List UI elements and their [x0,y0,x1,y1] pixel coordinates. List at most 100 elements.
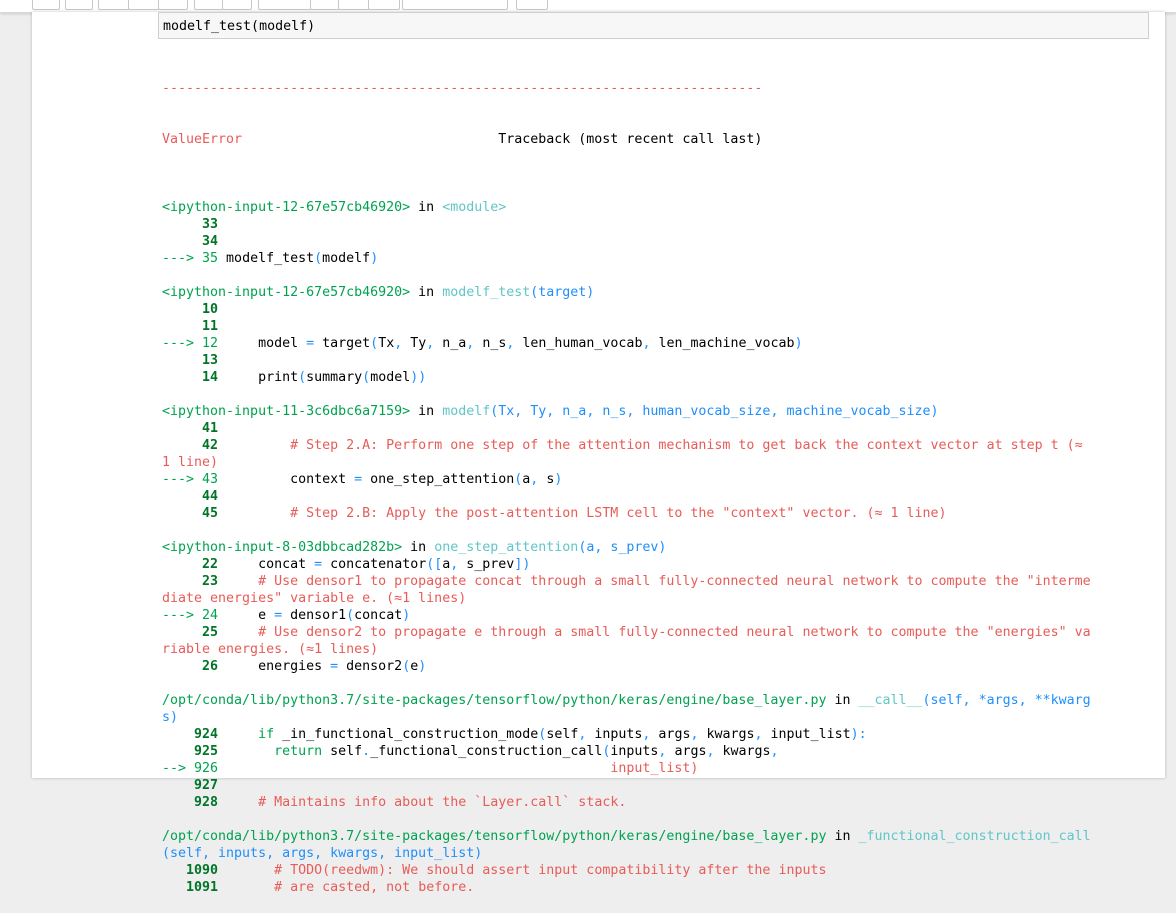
line-number: 12 [202,336,219,351]
source-line: 33 [162,216,1152,233]
toolbar-button[interactable] [32,0,60,10]
code-token: ) [370,251,379,266]
code-token: . [362,744,371,759]
line-marker [162,370,202,385]
frame-file: <ipython-input-8-03dbbcad282b> [162,540,403,555]
frame-in-keyword: in [410,285,443,300]
line-number: 22 [202,557,219,572]
code-token: return [218,744,323,759]
toolbar-button[interactable] [368,0,400,10]
toolbar-button[interactable] [65,0,93,10]
code-token: kwargs [714,744,771,759]
traceback-header: ValueError Traceback (most recent call l… [162,131,1152,148]
line-marker: ---> [162,251,203,266]
frame-header: <ipython-input-8-03dbbcad282b> in one_st… [162,539,1152,556]
code-token: target [314,336,371,351]
source-line: 14 print(summary(model)) [162,369,1152,386]
line-number: 44 [202,489,219,504]
code-token: , [754,727,763,742]
source-line: 925 return self._functional_construction… [162,743,1152,760]
source-line: 11 [162,318,1152,335]
frame-function: modelf [442,404,491,419]
frame-in-keyword: in [410,200,443,215]
error-name: ValueError [162,132,243,147]
code-token: )) [410,370,427,385]
frame-file: <ipython-input-12-67e57cb46920> [162,285,411,300]
code-token: one_step_attention [362,472,515,487]
source-line: 26 energies = densor2(e) [162,658,1152,675]
frame-function: modelf_test [442,285,531,300]
line-number: 26 [202,659,219,674]
toolbar-button[interactable] [516,0,548,10]
toolbar-button[interactable] [128,0,160,10]
frame-function-args: (self, *args, **kwarg [922,693,1091,708]
line-marker [162,438,202,453]
frame-header: /opt/conda/lib/python3.7/site-packages/t… [162,692,1152,709]
code-token: = [314,557,323,572]
frame-in-keyword: in [826,829,859,844]
frame-in-keyword: in [410,404,443,419]
cell-type-select[interactable] [402,0,508,10]
frame-function-args: (target) [530,285,595,300]
source-line: ---> 24 e = densor1(concat) [162,607,1152,624]
line-number: 24 [202,608,219,623]
code-token: # Step 2.B: Apply the post-attention LST… [218,506,947,521]
code-token: ) [418,659,427,674]
code-token: len_human_vocab [514,336,643,351]
code-token: model [370,370,411,385]
frame-in-keyword: in [826,693,859,708]
frame-header-wrap: (self, inputs, args, kwargs, input_list) [162,845,1152,862]
line-marker [162,863,186,878]
line-number: 25 [202,625,219,640]
code-token: Tx [378,336,395,351]
code-token: ) [402,608,411,623]
code-token: n_s [474,336,507,351]
source-line: --> 926 input_list) [162,760,1152,777]
code-token: ) [554,472,563,487]
source-line: 10 [162,301,1152,318]
line-marker [162,659,202,674]
code-token: densor1 [282,608,347,623]
toolbar-button[interactable] [98,0,130,10]
line-marker [162,302,202,317]
toolbar-button[interactable] [310,0,340,10]
code-token: concat [218,557,315,572]
code-cell-input[interactable]: modelf_test(modelf) [158,12,1149,39]
traceback-separator: ----------------------------------------… [162,81,763,96]
code-token: e [218,608,275,623]
code-token: args [666,744,707,759]
frame-file: /opt/conda/lib/python3.7/site-packages/t… [162,829,827,844]
code-token: concat [354,608,403,623]
toolbar-button[interactable] [222,0,252,10]
code-token: ( [402,659,411,674]
line-number: 10 [202,302,219,317]
line-marker [162,319,202,334]
source-line: ---> 43 context = one_step_attention(a, … [162,471,1152,488]
traceback-frames: <ipython-input-12-67e57cb46920> in <modu… [162,182,1152,896]
code-token: # Use densor2 to propagate e through a s… [218,625,1091,640]
code-token: ( [362,370,371,385]
source-line: 924 if _in_functional_construction_mode(… [162,726,1152,743]
frame-function: _functional_construction_call [858,829,1091,844]
frame-function: __call__ [858,693,923,708]
toolbar-button[interactable] [158,0,188,10]
line-marker [162,217,202,232]
code-token: = [354,472,363,487]
code-token: input_list [762,727,851,742]
toolbar-button[interactable] [194,0,224,10]
code-token: = [274,608,283,623]
line-number: 928 [194,795,219,810]
code-token: ): [850,727,867,742]
line-marker [162,744,194,759]
toolbar-button[interactable] [338,0,370,10]
code-token: _in_functional_construction_mode [274,727,539,742]
code-token: = [306,336,315,351]
source-line: 928 # Maintains info about the `Layer.ca… [162,794,1152,811]
frame-header: <ipython-input-11-3c6dbc6a7159> in model… [162,403,1152,420]
toolbar-button[interactable] [258,0,312,10]
code-cell-text[interactable]: modelf_test(modelf) [163,18,315,35]
source-line: 25 # Use densor2 to propagate e through … [162,624,1152,641]
